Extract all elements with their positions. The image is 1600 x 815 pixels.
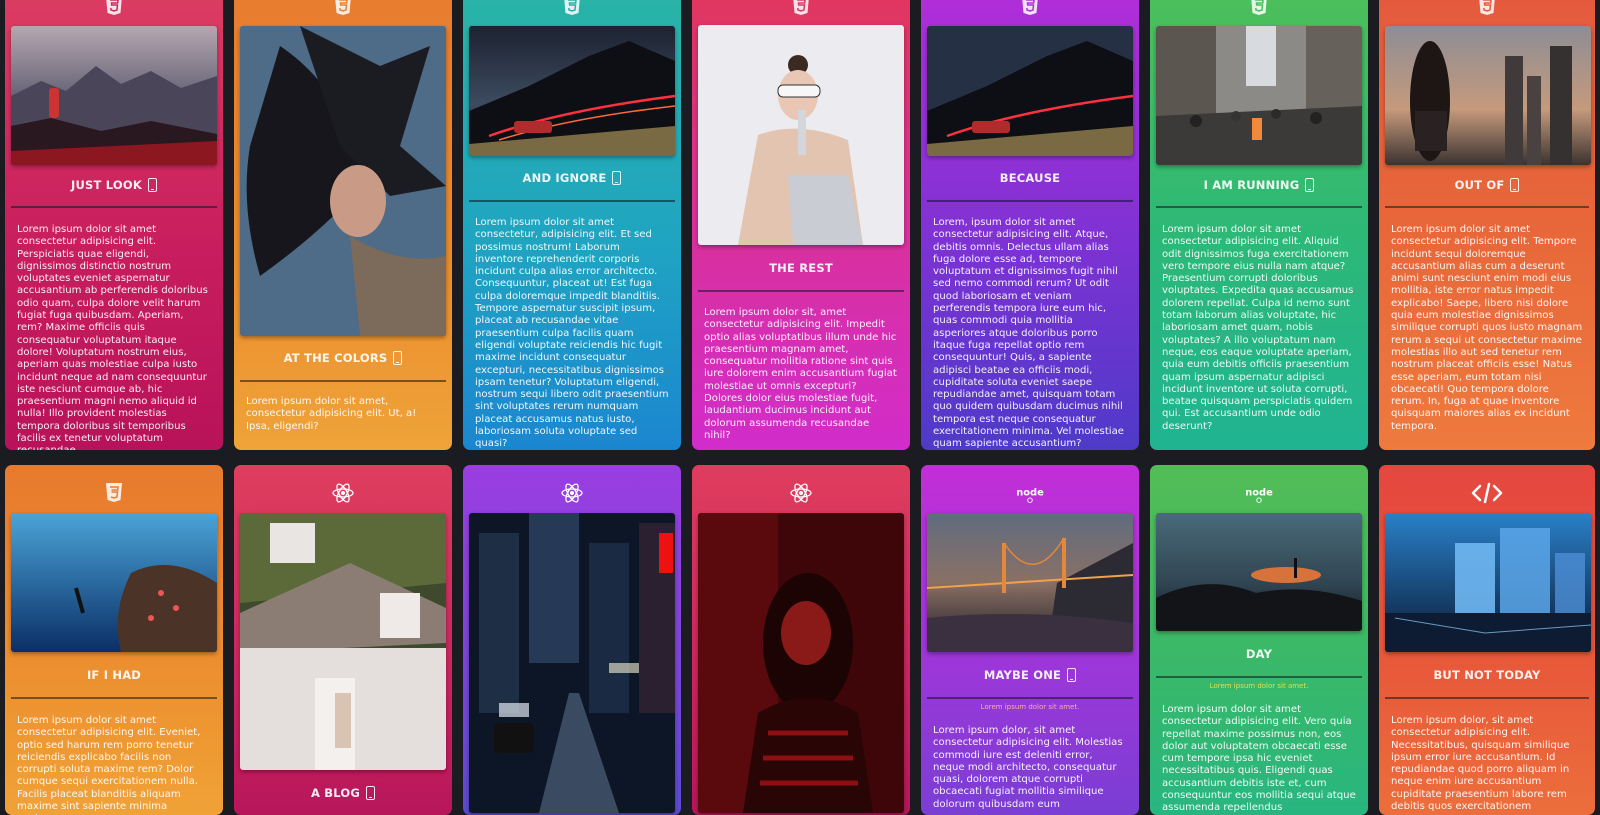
svg-text:node: node [1245, 488, 1273, 499]
card-photo [927, 26, 1133, 156]
card-subtitle: Lorem ipsum dolor sit amet. [980, 703, 1080, 711]
card-title: AND IGNORE [522, 171, 607, 185]
phone-icon [366, 786, 375, 800]
divider [698, 290, 904, 292]
card-a-blog[interactable]: A BLOG [234, 465, 452, 815]
svg-text:node: node [1016, 488, 1044, 499]
phone-icon [1305, 178, 1315, 192]
card-title: JUST LOOK [71, 178, 142, 192]
card-because[interactable]: BECAUSE Lorem, ipsum dolor sit amet cons… [921, 0, 1139, 450]
phone-icon [147, 178, 157, 192]
divider [11, 697, 217, 699]
card-but-not-today[interactable]: BUT NOT TODAY Lorem ipsum dolor, sit ame… [1379, 465, 1595, 815]
node-icon: node [1245, 488, 1273, 503]
card-title: DAY [1245, 647, 1273, 661]
card-photo [698, 25, 904, 245]
card-text: Lorem ipsum dolor sit amet, consectetur … [246, 396, 417, 432]
card-photo [11, 513, 217, 652]
react-icon [790, 483, 812, 503]
card-and-ignore[interactable]: AND IGNORE Lorem ipsum dolor sit amet co… [463, 0, 681, 450]
css3-icon [106, 483, 122, 502]
card-just-look[interactable]: JUST LOOK Lorem ipsum dolor sit amet con… [5, 0, 223, 450]
card-title: MAYBE ONE [983, 668, 1062, 682]
card-text: Lorem ipsum dolor, sit amet consectetur … [933, 725, 1123, 810]
card-maybe-one[interactable]: node MAYBE ONE Lorem ipsum dolor sit ame… [921, 465, 1139, 815]
card-text: Lorem ipsum dolor sit amet consectetur a… [1162, 224, 1354, 432]
card-out-of[interactable]: OUT OF Lorem ipsum dolor sit amet consec… [1379, 0, 1595, 450]
card-text: Lorem ipsum dolor sit, amet consectetur … [704, 307, 897, 441]
phone-icon [393, 351, 403, 365]
card-photo [240, 26, 446, 336]
html5-icon [106, 0, 122, 15]
node-icon: node [1016, 488, 1044, 503]
card-subtitle: Lorem ipsum dolor sit amet. [1209, 682, 1309, 690]
card-title: THE REST [769, 261, 833, 275]
card-photo [469, 513, 675, 813]
html5-icon [335, 0, 351, 15]
divider [240, 380, 446, 382]
card-at-the-colors[interactable]: AT THE COLORS Lorem ipsum dolor sit amet… [234, 0, 452, 450]
react-icon [561, 483, 583, 503]
card-photo [11, 26, 217, 165]
card-title: I AM RUNNING [1203, 178, 1300, 192]
card-text: Lorem ipsum dolor sit amet consectetur, … [475, 217, 669, 450]
divider [1385, 206, 1589, 208]
phone-icon [612, 171, 622, 185]
html5-icon [564, 0, 580, 15]
card-title: IF I HAD [86, 668, 142, 682]
divider [1385, 697, 1589, 699]
card-title: BECAUSE [999, 171, 1061, 185]
card-text: Lorem ipsum dolor sit amet consectetur a… [17, 224, 208, 450]
card-photo [1156, 513, 1362, 631]
card-react-3[interactable] [463, 465, 681, 815]
html5-icon [1479, 0, 1495, 15]
card-text: Lorem ipsum dolor sit amet consectetur a… [1162, 704, 1356, 814]
phone-icon [1510, 178, 1520, 192]
divider [11, 206, 217, 208]
card-photo [469, 26, 675, 156]
card-text: Lorem, ipsum dolor sit amet consectetur … [933, 217, 1124, 450]
card-react-4[interactable] [692, 465, 910, 815]
card-photo [1156, 26, 1362, 165]
card-text: Lorem ipsum dolor, sit amet consectetur … [1391, 715, 1570, 813]
card-text: Lorem ipsum dolor sit amet consectetur a… [1391, 224, 1583, 432]
card-the-rest[interactable]: THE REST Lorem ipsum dolor sit, amet con… [692, 0, 910, 450]
card-photo [927, 513, 1133, 652]
card-if-i-had[interactable]: IF I HAD Lorem ipsum dolor sit amet cons… [5, 465, 223, 815]
phone-icon [1067, 668, 1077, 682]
card-photo [1385, 26, 1591, 165]
card-photo [1385, 513, 1591, 652]
divider [1156, 206, 1362, 208]
html5-icon [1022, 0, 1038, 15]
react-icon [332, 483, 354, 503]
divider [1156, 676, 1362, 678]
card-title: A BLOG [310, 786, 360, 800]
html5-icon [793, 0, 809, 15]
card-title: AT THE COLORS [283, 351, 388, 365]
divider [927, 697, 1133, 699]
code-icon [1471, 482, 1503, 504]
card-i-am-running[interactable]: I AM RUNNING Lorem ipsum dolor sit amet … [1150, 0, 1368, 450]
card-title: BUT NOT TODAY [1433, 668, 1541, 682]
divider [469, 200, 675, 202]
html5-icon [1251, 0, 1267, 15]
card-photo [240, 513, 446, 770]
card-day[interactable]: node DAY Lorem ipsum dolor sit amet. Lor… [1150, 465, 1368, 815]
card-title: OUT OF [1454, 178, 1505, 192]
divider [927, 200, 1133, 202]
card-photo [698, 513, 904, 813]
card-text: Lorem ipsum dolor sit amet consectetur a… [17, 715, 201, 815]
